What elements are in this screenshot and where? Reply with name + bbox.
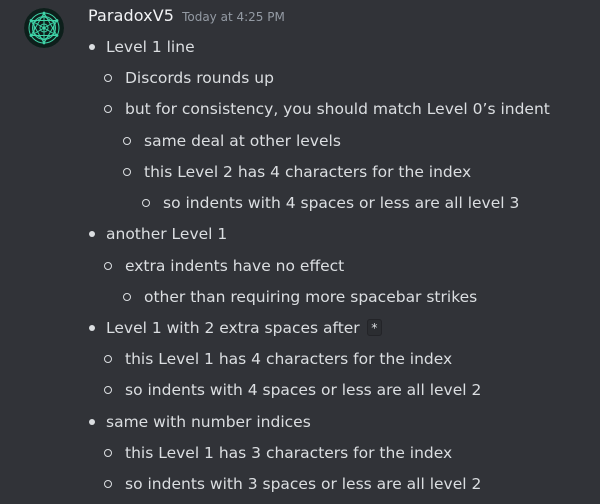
list-item-level-1: Level 1 line bbox=[106, 36, 195, 58]
list-item-level-2: but for consistency, you should match Le… bbox=[125, 98, 550, 120]
list-item-text: Level 1 with 2 extra spaces after bbox=[106, 319, 360, 337]
list-item-level-2: this Level 1 has 4 characters for the in… bbox=[125, 348, 452, 370]
list-item-level-1: Level 1 with 2 extra spaces after * bbox=[106, 317, 383, 339]
bullet-circle-icon bbox=[104, 355, 112, 363]
bullet-circle-icon bbox=[104, 480, 112, 488]
list-item-level-2: so indents with 3 spaces or less are all… bbox=[125, 473, 481, 495]
bullet-circle-icon bbox=[123, 168, 131, 176]
list-item-text: extra indents have no effect bbox=[125, 257, 345, 275]
list-item-text: this Level 2 has 4 characters for the in… bbox=[144, 163, 472, 181]
list-item-level-3: other than requiring more spacebar strik… bbox=[144, 286, 477, 308]
bullet-circle-icon bbox=[104, 386, 112, 394]
list-item-text: same deal at other levels bbox=[144, 132, 341, 150]
bullet-disc-icon bbox=[89, 325, 95, 331]
list-item-text: so indents with 3 spaces or less are all… bbox=[125, 475, 482, 493]
bullet-disc-icon bbox=[89, 231, 95, 237]
bullet-disc-icon bbox=[89, 44, 95, 50]
bullet-circle-icon bbox=[123, 293, 131, 301]
list-item-text: another Level 1 bbox=[106, 225, 228, 243]
list-item-text: so indents with 4 spaces or less are all… bbox=[163, 194, 520, 212]
list-item-text: Level 1 line bbox=[106, 38, 195, 56]
bullet-circle-icon bbox=[104, 449, 112, 457]
inline-code: * bbox=[366, 319, 383, 336]
list-item-text: this Level 1 has 4 characters for the in… bbox=[125, 350, 453, 368]
bullet-disc-icon bbox=[89, 419, 95, 425]
list-item-level-2: so indents with 4 spaces or less are all… bbox=[125, 379, 481, 401]
bullet-circle-icon bbox=[123, 137, 131, 145]
list-item-level-3: this Level 2 has 4 characters for the in… bbox=[144, 161, 471, 183]
list-item-level-2: extra indents have no effect bbox=[125, 255, 344, 277]
list-item-text: this Level 1 has 3 characters for the in… bbox=[125, 444, 453, 462]
list-item-level-2: Discords rounds up bbox=[125, 67, 274, 89]
list-item-text: but for consistency, you should match Le… bbox=[125, 100, 550, 118]
bullet-circle-icon bbox=[104, 262, 112, 270]
list-item-level-2: this Level 1 has 3 characters for the in… bbox=[125, 442, 452, 464]
list-item-level-4: so indents with 4 spaces or less are all… bbox=[163, 192, 519, 214]
list-item-text: Discords rounds up bbox=[125, 69, 274, 87]
list-item-level-1: same with number indices bbox=[106, 411, 311, 433]
list-item-text: so indents with 4 spaces or less are all… bbox=[125, 381, 482, 399]
chat-message: ParadoxV5 Today at 4:25 PM Level 1 line … bbox=[0, 0, 600, 504]
list-item-level-1: another Level 1 bbox=[106, 223, 227, 245]
bullet-circle-icon bbox=[104, 105, 112, 113]
message-content: Level 1 line Discords rounds up but for … bbox=[0, 0, 600, 504]
bullet-circle-icon bbox=[142, 199, 150, 207]
list-item-text: other than requiring more spacebar strik… bbox=[144, 288, 478, 306]
list-item-text: same with number indices bbox=[106, 413, 311, 431]
bullet-circle-icon bbox=[104, 74, 112, 82]
list-item-level-3: same deal at other levels bbox=[144, 130, 341, 152]
